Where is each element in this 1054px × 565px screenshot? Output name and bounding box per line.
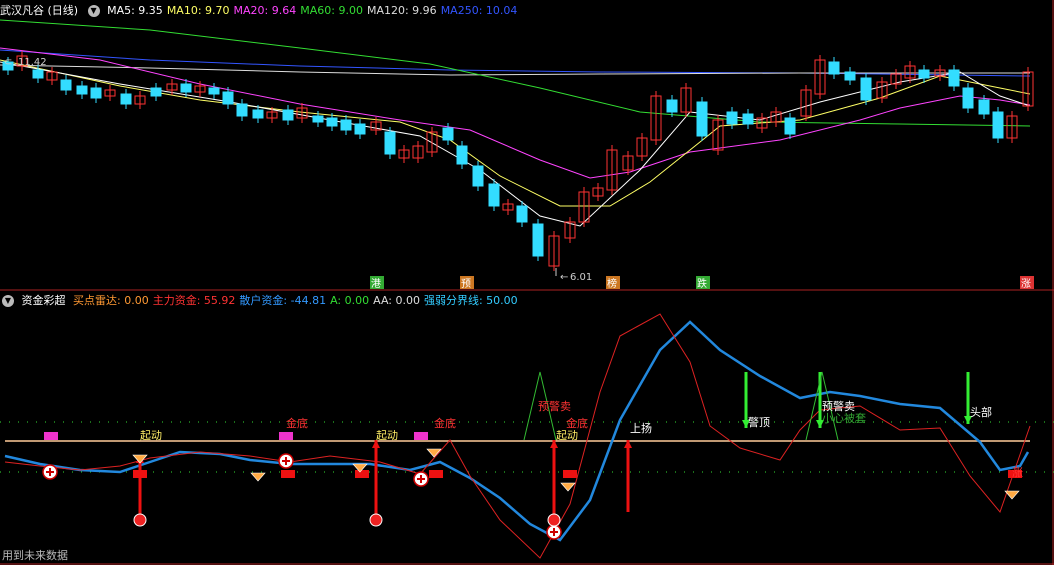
red-ball-icon-1 — [369, 513, 383, 527]
candle-body-26 — [384, 131, 396, 155]
annotation-yujingmai-7: 预警卖 — [538, 399, 571, 413]
candle-body-57 — [844, 71, 856, 81]
indicator-value-5: 强弱分界线: 50.00 — [423, 294, 518, 307]
ma-label-4: MA120: 9.96 — [366, 4, 437, 17]
candle-body-16 — [236, 103, 248, 117]
candle-body-19 — [282, 109, 294, 121]
candle-body-35 — [516, 205, 528, 223]
red-ball-icon-0 — [133, 513, 147, 527]
candle-body-10 — [150, 87, 162, 97]
indicator-panel-header: ▼ 资金彩超 买点雷达: 0.00 主力资金: 55.92 散户资金: -44.81… — [0, 292, 526, 310]
candle-body-22 — [326, 117, 338, 127]
future-data-warning: 用到未来数据 — [2, 549, 68, 562]
red-box-2 — [355, 470, 369, 478]
annotation-qidong-0: 起动 — [140, 429, 162, 442]
event-tag-4: 涨 — [1021, 278, 1031, 290]
candle-body-32 — [472, 165, 484, 187]
candle-body-6 — [90, 87, 102, 99]
candle-body-4 — [60, 79, 72, 91]
annotation-qidong-1: 起动 — [376, 429, 398, 442]
candle-body-36 — [532, 223, 544, 257]
annotation-zhang-12: 涨 — [1012, 466, 1023, 479]
red-box-0 — [133, 470, 147, 478]
low-price-label: 6.01 — [570, 272, 592, 283]
indicator-value-4: AA: 0.00 — [373, 294, 420, 307]
candle-body-5 — [76, 85, 88, 95]
candle-body-56 — [828, 61, 840, 75]
pink-bar-2 — [414, 432, 428, 440]
candle-body-24 — [354, 123, 366, 135]
main-panel-title[interactable]: 武汉凡谷 (日线) — [0, 4, 78, 17]
candle-body-58 — [860, 77, 872, 101]
candle-body-49 — [726, 111, 738, 125]
ma-label-1: MA10: 9.70 — [166, 4, 230, 17]
annotation-yujingmai-8: 预警卖 — [822, 399, 855, 413]
ma-label-0: MA5: 9.35 — [107, 4, 163, 17]
candle-body-47 — [696, 101, 708, 137]
red-box-4 — [563, 470, 577, 478]
annotation-toubu-11: 头部 — [970, 405, 992, 419]
candle-body-21 — [312, 115, 324, 123]
candle-body-50 — [742, 113, 754, 125]
indicator-value-3: A: 0.00 — [330, 294, 370, 307]
ma-legend: MA5: 9.35 MA10: 9.70 MA20: 9.64 MA60: 9.00 M… — [107, 4, 521, 17]
candle-body-8 — [120, 93, 132, 105]
event-tag-1: 预 — [461, 278, 471, 290]
annotation-jingti-9: 警顶 — [748, 415, 770, 429]
indicator-value-0: 买点雷达: 0.00 — [73, 294, 149, 307]
candle-body-17 — [252, 109, 264, 119]
event-tag-2: 榜 — [607, 277, 617, 290]
red-ball-icon-2 — [547, 513, 561, 527]
candle-body-45 — [666, 99, 678, 113]
indicator-panel-title[interactable]: 资金彩超 — [22, 294, 66, 307]
candle-body-53 — [784, 117, 796, 135]
ma-label-5: MA250: 10.04 — [440, 4, 518, 17]
candle-body-62 — [918, 69, 930, 79]
ma-label-2: MA20: 9.64 — [233, 4, 297, 17]
pink-bar-0 — [44, 432, 58, 440]
candle-body-2 — [32, 69, 44, 79]
indicator-value-2: 散户资金: -44.81 — [239, 294, 327, 307]
main-panel-header: 武汉凡谷 (日线) ▼ MA5: 9.35 MA10: 9.70 MA20: 9.6… — [0, 2, 525, 20]
candle-body-15 — [222, 91, 234, 105]
annotation-xiaoxin-10: 小心被套 — [822, 412, 866, 425]
candle-body-12 — [180, 83, 192, 93]
candle-body-64 — [948, 69, 960, 87]
indicator-value-1: 主力资金: 55.92 — [152, 294, 236, 307]
candle-body-23 — [340, 119, 352, 131]
left-arrow-icon: ← — [560, 272, 568, 283]
stock-chart-window: ⊂ 11.42 ← 6.01 港预榜跌涨起动 起动 起动 金底 金底 金底 上扬 预警卖 预警卖 警顶 小心… — [0, 0, 1054, 565]
chart-canvas[interactable]: ⊂ 11.42← 6.01港预榜跌涨起动 起动 起动金底 金底 金底 上扬预警卖 预警卖警顶 小心… — [0, 0, 1054, 565]
pink-bar-1 — [279, 432, 293, 440]
candle-body-14 — [208, 87, 220, 95]
chevron-down-icon[interactable]: ▼ — [2, 295, 14, 307]
red-box-3 — [429, 470, 443, 478]
indicator-legend: 买点雷达: 0.00 主力资金: 55.92 散户资金: -44.81 A: 0.00… — [73, 294, 522, 307]
event-tag-3: 跌 — [697, 277, 707, 290]
red-box-1 — [281, 470, 295, 478]
candle-body-65 — [962, 87, 974, 109]
annotation-shangyang-6: 上扬 — [630, 421, 652, 435]
high-price-label: 11.42 — [18, 57, 47, 68]
annotation-jindi-4: 金底 — [434, 416, 456, 430]
annotation-jindi-5: 金底 — [566, 416, 588, 430]
annotation-qidong-2: 起动 — [556, 429, 578, 442]
candle-body-66 — [978, 99, 990, 115]
high-marker-icon: ⊂ — [4, 57, 12, 68]
candle-body-67 — [992, 111, 1004, 139]
ma-label-3: MA60: 9.00 — [300, 4, 363, 17]
event-tag-0: 港 — [371, 278, 381, 290]
candle-body-31 — [456, 145, 468, 165]
candle-body-33 — [488, 183, 500, 207]
candle-body-30 — [442, 127, 454, 141]
annotation-jindi-3: 金底 — [286, 416, 308, 430]
chevron-down-icon[interactable]: ▼ — [87, 5, 100, 17]
